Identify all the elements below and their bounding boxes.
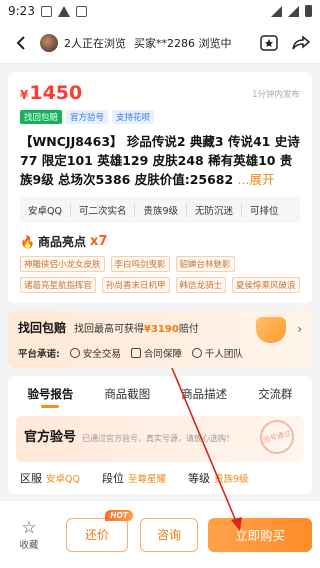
highlights-label: 商品亮点 [37, 235, 86, 249]
chevron-right-icon: › [297, 322, 302, 336]
highlight-tag: 貂蝉台林魅影 [175, 256, 235, 272]
field-value: 贵族9级 [213, 474, 249, 485]
detail-section: 验号报告 商品截图 商品描述 交流群 官方验号 已通过官方验号，真实号源，请放心选… [8, 376, 312, 494]
haggle-button[interactable]: 还价 HOT [66, 509, 133, 552]
notification-icon [40, 5, 52, 17]
guarantee-card[interactable]: 找回包赔 找回最高可获得¥3190赔付 › 平台承诺: 安全交易 合同保障 千人… [8, 311, 312, 368]
tag-official-check: 官方验号 [66, 110, 109, 124]
promise-team: 千人团队 [204, 349, 243, 360]
avatar [40, 33, 58, 52]
buy-now-label: 立即购买 [234, 528, 285, 543]
official-check-desc: 已通过官方验号，真实号源，请放心选购！ [82, 434, 235, 443]
highlights-list: 神雕侠侣小龙女皮肤 李白鸣剑曳影 貂蝉台林魅影 诸葛亮星航指挥官 孙尚香末日机甲… [20, 256, 300, 293]
tab-screenshots[interactable]: 商品截图 [104, 386, 150, 410]
tab-description[interactable]: 商品描述 [181, 386, 227, 410]
highlight-tag: 神雕侠侣小龙女皮肤 [20, 256, 105, 272]
flame-icon: 🔥 [20, 234, 35, 249]
promise-label: 平台承诺: [18, 349, 60, 360]
haggle-label: 还价 [84, 528, 109, 542]
field-value: 至尊星耀 [127, 474, 166, 485]
highlight-tag: 韩信龙骑士 [175, 277, 227, 293]
report-fields: 区服 安卓QQ 段位 至尊星耀 等级 贵族9级 [20, 470, 300, 486]
header: 2人正在浏览 买家**2286 浏览中 [0, 22, 320, 64]
hot-badge: HOT [105, 509, 133, 521]
attribute-bar: 安卓QQ 可二次实名 贵族9级 无防沉迷 可排位 [20, 197, 300, 223]
attr-ranked: 可排位 [250, 206, 279, 217]
shield-check-icon [256, 317, 286, 343]
field-value: 安卓QQ [46, 474, 80, 485]
contract-icon [130, 348, 141, 358]
highlight-tag: 孙尚香末日机甲 [102, 277, 170, 293]
favorite-label: 收藏 [19, 539, 39, 551]
buy-now-button[interactable]: 立即购买 [208, 517, 312, 552]
consult-button[interactable]: 咨询 [140, 517, 198, 552]
guarantee-text: 找回最高可获得¥3190赔付 [74, 324, 199, 335]
tab-bar: 验号报告 商品截图 商品描述 交流群 [8, 376, 312, 410]
field-key: 区服 [20, 472, 42, 485]
highlights-count: x7 [89, 234, 108, 249]
bottom-action-bar: ☆ 收藏 还价 HOT 咨询 立即购买 [0, 500, 320, 568]
consult-label: 咨询 [156, 528, 181, 542]
attr-realname: 可二次实名 [71, 203, 136, 217]
tag-huabei: 支持花呗 [112, 110, 155, 124]
alert-icon [57, 5, 70, 17]
guarantee-title: 找回包赔 [18, 321, 67, 335]
official-check-title: 官方验号 [24, 430, 77, 445]
tab-report[interactable]: 验号报告 [27, 386, 73, 410]
battery-icon [305, 5, 312, 17]
scroll-content[interactable]: ¥1450 1分钟内发布 找回包赔 官方验号 支持花呗 【WNCJJ8463】 … [0, 64, 320, 500]
official-check-banner: 官方验号 已通过官方验号，真实号源，请放心选购！ 验号通过 [16, 416, 304, 462]
status-bar: 9:23 [0, 0, 320, 22]
highlights-header: 🔥 商品亮点 x7 [20, 233, 300, 250]
wifi-icon [271, 5, 282, 17]
favorite-star-icon[interactable] [260, 34, 278, 51]
field-key: 等级 [187, 472, 210, 485]
share-icon[interactable] [292, 34, 310, 51]
buyer-info: 买家**2286 浏览中 [134, 36, 232, 50]
tab-group[interactable]: 交流群 [258, 386, 293, 410]
highlight-tag: 夏侯惇乘风破浪 [232, 277, 300, 293]
expand-link[interactable]: ...展开 [238, 172, 275, 187]
platform-promise: 平台承诺: 安全交易 合同保障 千人团队 [18, 346, 302, 360]
viewer-count: 2人正在浏览 [64, 36, 126, 50]
attr-server: 安卓QQ [20, 203, 71, 217]
attr-anti-addiction: 无防沉迷 [187, 203, 243, 217]
attr-noble: 贵族9级 [135, 203, 188, 217]
promise-safe-trade: 安全交易 [82, 349, 121, 360]
price: ¥1450 [20, 82, 83, 104]
back-button[interactable] [10, 32, 32, 54]
promise-contract: 合同保障 [143, 349, 182, 360]
highlight-tag: 诸葛亮星航指挥官 [20, 277, 97, 293]
listing-title: 【WNCJJ8463】 珍品传说2 典藏3 传说41 史诗77 限定101 英雄… [20, 134, 300, 187]
back-arrow-icon [16, 35, 25, 50]
service-tags: 找回包赔 官方验号 支持花呗 [20, 110, 300, 124]
status-time: 9:23 [8, 4, 35, 18]
listing-card: ¥1450 1分钟内发布 找回包赔 官方验号 支持花呗 【WNCJJ8463】 … [8, 72, 312, 303]
field-key: 段位 [101, 472, 124, 485]
posted-time: 1分钟内发布 [252, 90, 300, 100]
favorite-button[interactable]: ☆ 收藏 [12, 519, 46, 551]
team-icon [191, 348, 202, 358]
check-circle-icon [69, 348, 80, 358]
signal-icon [288, 5, 299, 17]
star-icon: ☆ [21, 517, 37, 538]
verified-stamp-icon: 验号通过 [256, 416, 298, 458]
tag-recovery-compensation: 找回包赔 [20, 110, 63, 124]
image-icon [75, 5, 87, 17]
highlight-tag: 李白鸣剑曳影 [110, 256, 170, 272]
